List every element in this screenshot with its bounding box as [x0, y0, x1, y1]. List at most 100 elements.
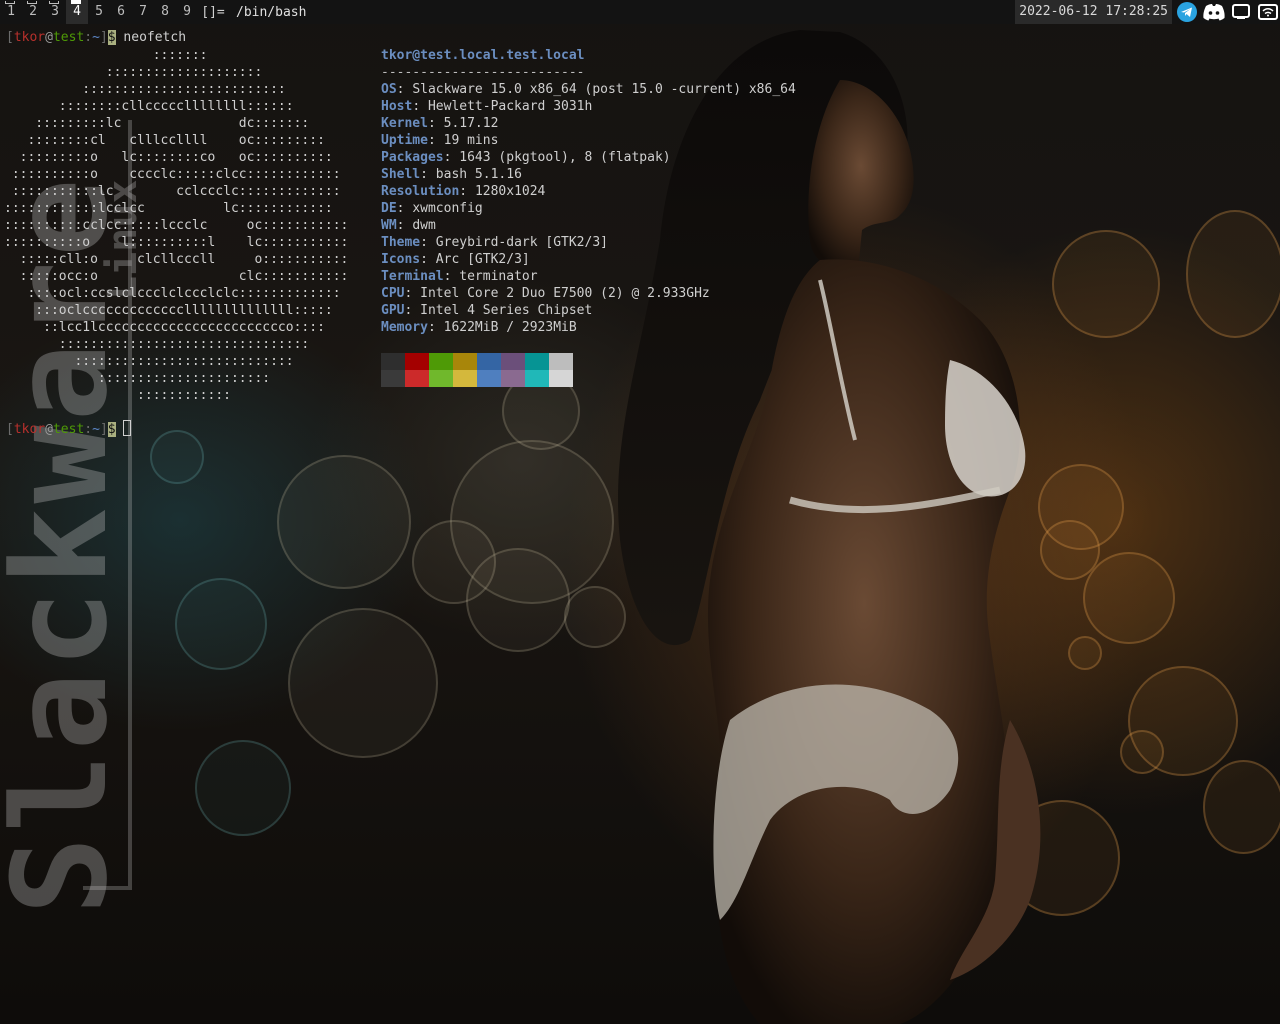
- desktop: Slackware Linux [tkor@test:~]$ neofetch …: [0, 0, 1280, 1024]
- info-row-cpu: CPU: Intel Core 2 Duo E7500 (2) @ 2.933G…: [381, 286, 710, 301]
- info-row-host: Host: Hewlett-Packard 3031h: [381, 99, 593, 114]
- ascii-art-line: :::oclcccccccccccccllllllllllllll:::::: [4, 303, 333, 318]
- palette-normal-row: [381, 353, 573, 370]
- info-separator: --------------------------: [381, 65, 585, 80]
- color-swatch: [525, 370, 549, 387]
- ascii-art-line: ::::::::::o cccclc:::::clcc::::::::::::: [4, 167, 341, 182]
- info-row-wm: WM: dwm: [381, 218, 436, 233]
- discord-icon[interactable]: [1202, 0, 1226, 24]
- window-title: /bin/bash: [236, 4, 307, 20]
- ascii-art-line: ::::::::::::::::::::::: [4, 371, 271, 386]
- info-row-gpu: GPU: Intel 4 Series Chipset: [381, 303, 593, 318]
- tag-8[interactable]: 8: [154, 0, 176, 24]
- tag-4[interactable]: 4: [66, 0, 88, 24]
- info-row-icons: Icons: Arc [GTK2/3]: [381, 252, 530, 267]
- info-key: CPU: [381, 286, 405, 301]
- prompt-sep: :: [84, 30, 93, 45]
- info-value: xwmconfig: [412, 201, 483, 216]
- color-swatch: [549, 370, 573, 387]
- terminal-cursor[interactable]: [123, 420, 132, 436]
- info-value: 1622MiB / 2923MiB: [443, 320, 577, 335]
- tag-list: 123456789: [0, 0, 198, 24]
- info-value: Arc [GTK2/3]: [435, 252, 530, 267]
- info-row-uptime: Uptime: 19 mins: [381, 133, 499, 148]
- color-swatch: [429, 353, 453, 370]
- tag-5[interactable]: 5: [88, 0, 110, 24]
- ascii-art-line: ::::::::::::::::::::: [4, 65, 263, 80]
- command-text: neofetch: [123, 30, 187, 45]
- info-row-de: DE: xwmconfig: [381, 201, 483, 216]
- color-swatch: [405, 353, 429, 370]
- prompt-user: tkor: [13, 30, 46, 45]
- info-value: 1643 (pkgtool), 8 (flatpak): [459, 150, 671, 165]
- ascii-art-line: :::::occ:o clc:::::::::::: [4, 269, 349, 284]
- info-key: Memory: [381, 320, 428, 335]
- color-swatch: [381, 370, 405, 387]
- prompt-path: ~: [92, 422, 100, 437]
- ascii-art-line: :::::::: [4, 48, 208, 63]
- info-value: bash 5.1.16: [435, 167, 522, 182]
- prompt-close-bracket: ]: [99, 30, 108, 45]
- palette-bright-row: [381, 370, 573, 387]
- prompt-sep: :: [84, 422, 93, 437]
- tag-1[interactable]: 1: [0, 0, 22, 24]
- info-value: Intel 4 Series Chipset: [420, 303, 593, 318]
- prompt-line-2[interactable]: [tkor@test:~]$: [6, 420, 132, 438]
- tag-6[interactable]: 6: [110, 0, 132, 24]
- prompt-open-bracket: [: [6, 422, 14, 437]
- info-row-shell: Shell: bash 5.1.16: [381, 167, 522, 182]
- tag-3[interactable]: 3: [44, 0, 66, 24]
- prompt-host: test: [52, 422, 85, 437]
- tag-9[interactable]: 9: [176, 0, 198, 24]
- info-row-resolution: Resolution: 1280x1024: [381, 184, 546, 199]
- color-swatch: [501, 353, 525, 370]
- info-row-kernel: Kernel: 5.17.12: [381, 116, 499, 131]
- wifi-icon[interactable]: [1256, 0, 1280, 24]
- info-value: Greybird-dark [GTK2/3]: [435, 235, 608, 250]
- info-key: Terminal: [381, 269, 444, 284]
- info-value: Intel Core 2 Duo E7500 (2) @ 2.933GHz: [420, 286, 710, 301]
- info-key: Resolution: [381, 184, 460, 199]
- color-swatch: [501, 370, 525, 387]
- ascii-art-line: ::::::::::::::::::::::::::::::::: [4, 337, 310, 352]
- info-row-memory: Memory: 1622MiB / 2923MiB: [381, 320, 577, 335]
- info-value: 1280x1024: [474, 184, 546, 199]
- ascii-art-line: ::::::::::::: [4, 388, 231, 403]
- neofetch-ascii-logo: ::::::: :::::::::::::::::::: :::::::::::…: [4, 47, 348, 404]
- info-key: WM: [381, 218, 397, 233]
- info-row-os: OS: Slackware 15.0 x86_64 (post 15.0 -cu…: [381, 82, 796, 97]
- ascii-art-line: :::::::::o lc::::::::co oc::::::::::: [4, 150, 333, 165]
- color-swatch: [549, 353, 573, 370]
- ascii-art-line: ::lcc1lcccccccccccccccccccccccco::::: [4, 320, 325, 335]
- color-palette: [381, 353, 573, 387]
- ascii-art-line: ::::::::::::::::::::::::::::: [4, 354, 294, 369]
- tag-2[interactable]: 2: [22, 0, 44, 24]
- info-key: Uptime: [381, 133, 428, 148]
- ascii-art-line: ::::::::cllcccccllllllll::::::: [4, 99, 294, 114]
- info-key: OS: [381, 82, 397, 97]
- prompt-dollar: $: [107, 422, 116, 437]
- info-key: Kernel: [381, 116, 428, 131]
- terminal-window[interactable]: [tkor@test:~]$ neofetch ::::::: ::::::::…: [0, 24, 1280, 1024]
- chat-window-icon[interactable]: [1229, 0, 1253, 24]
- neofetch-info: tkor@test.local.test.local -------------…: [381, 47, 796, 336]
- prompt-dollar: $: [107, 30, 116, 45]
- prompt-path: ~: [92, 30, 100, 45]
- prompt-close-bracket: ]: [99, 422, 108, 437]
- ascii-art-line: ::::::::cl clllccllll oc:::::::::: [4, 133, 325, 148]
- tag-7[interactable]: 7: [132, 0, 154, 24]
- info-value: terminator: [459, 269, 538, 284]
- layout-symbol[interactable]: []=: [198, 5, 228, 20]
- info-value: 19 mins: [443, 133, 499, 148]
- info-row-theme: Theme: Greybird-dark [GTK2/3]: [381, 235, 608, 250]
- color-swatch: [477, 353, 501, 370]
- color-swatch: [429, 370, 453, 387]
- system-tray: 2022-06-12 17:28:25: [1015, 0, 1280, 24]
- info-value: Hewlett-Packard 3031h: [427, 99, 593, 114]
- color-swatch: [453, 370, 477, 387]
- ascii-art-line: ::::::::::::lcclcc lc::::::::::::: [4, 201, 333, 216]
- prompt-open-bracket: [: [6, 30, 14, 45]
- prompt-user: tkor: [13, 422, 46, 437]
- telegram-icon[interactable]: [1175, 0, 1199, 24]
- ascii-art-line: ::::::::::::::::::::::::::: [4, 82, 286, 97]
